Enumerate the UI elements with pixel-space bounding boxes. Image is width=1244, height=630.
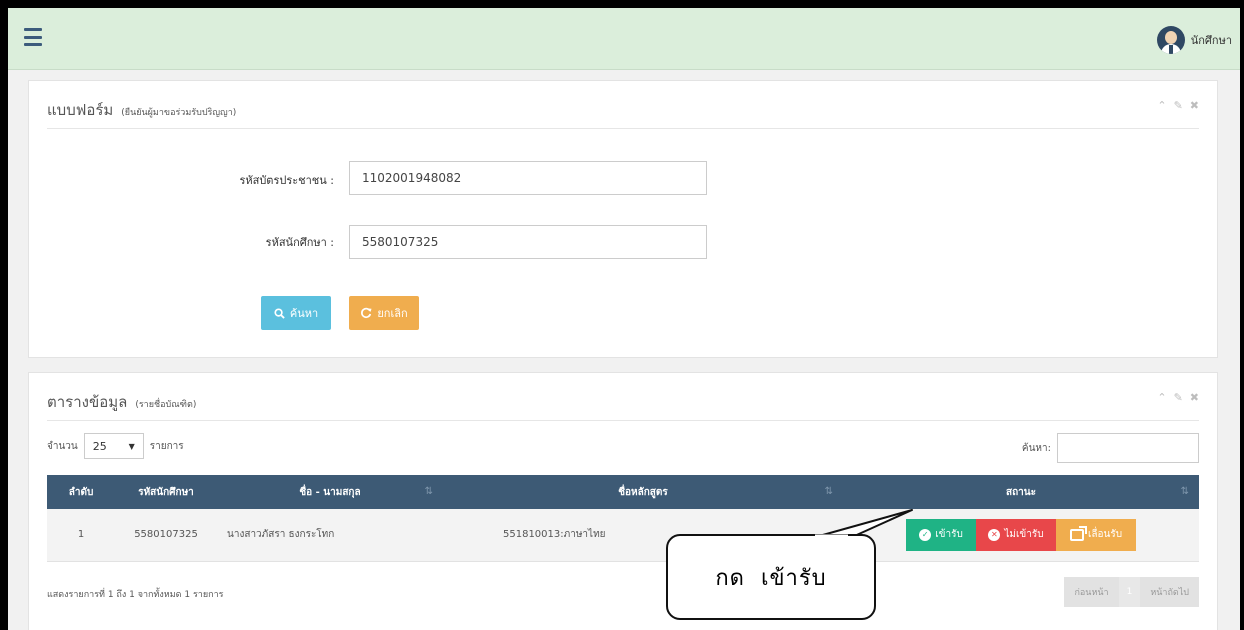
avatar[interactable] [1156,26,1185,54]
table-panel-header: ตารางข้อมูล (รายชื่อบัณฑิต) ⌃ ✎ ✖ [47,373,1199,421]
table-panel-title: ตารางข้อมูล (รายชื่อบัณฑิต) [47,390,196,414]
column-header-program[interactable]: ชื่อหลักสูตร ⇅ [443,475,843,509]
page-number-current[interactable]: 1 [1118,577,1141,607]
column-header-no[interactable]: ลำดับ [47,475,115,509]
table-title-text: ตารางข้อมูล [47,393,128,411]
col-program-label: ชื่อหลักสูตร [618,486,668,498]
next-page-button[interactable]: หน้าถัดไป [1140,577,1199,607]
check-circle-icon: ✓ [919,528,932,541]
column-header-name[interactable]: ชื่อ - นามสกุล ⇅ [217,475,443,509]
form-panel-title: แบบฟอร์ม (ยืนยันผู้มาขอร่วมรับปริญญา) [47,98,236,122]
wrench-icon[interactable]: ✎ [1174,392,1183,403]
col-no-label: ลำดับ [68,486,94,498]
sort-icon: ⇅ [824,486,833,497]
page-length-select[interactable]: 25 ▼ [83,433,144,459]
col-name-label: ชื่อ - นามสกุล [299,486,361,498]
student-id-label: รหัสนักศึกษา : [265,236,334,249]
col-student-id-label: รหัสนักศึกษา [138,486,194,498]
column-header-status[interactable]: สถานะ ⇅ [843,475,1199,509]
table-subtitle: (รายชื่อบัณฑิต) [135,400,197,410]
table-info: แสดงรายการที่ 1 ถึง 1 จากทั้งหมด 1 รายกา… [47,590,224,600]
caret-down-icon: ▼ [128,441,135,451]
x-circle-icon: ✕ [988,528,1001,541]
id-card-input[interactable] [349,161,707,195]
filter-label: ค้นหา: [1021,442,1051,454]
share-icon [1069,525,1087,541]
data-table: ลำดับ รหัสนักศึกษา ชื่อ - นามสกุล ⇅ ชื่อห… [47,475,1199,562]
reject-button[interactable]: ✕ ไม่เข้ารับ [976,518,1056,551]
accept-button-label: เข้ารับ [935,529,963,541]
refresh-icon [361,307,372,319]
search-icon [274,307,285,319]
table-row: 1 5580107325 นางสาวภัสรา ธงกระโทก 551810… [47,509,1199,562]
instruction-callout: กด เข้ารับ [666,534,876,620]
table-filter: ค้นหา: [1022,433,1199,463]
close-icon[interactable]: ✖ [1190,100,1199,111]
form-panel-tools: ⌃ ✎ ✖ [1157,100,1199,111]
close-icon[interactable]: ✖ [1190,392,1199,403]
hamburger-icon[interactable] [24,28,42,46]
cell-student-id: 5580107325 [115,509,217,562]
cancel-button[interactable]: ยกเลิก [349,296,419,330]
user-menu[interactable]: นักศึกษา [1156,26,1232,54]
app-window: นักศึกษา แบบฟอร์ม (ยืนยันผู้มาขอร่วมรับปร… [8,8,1240,630]
pagination: ก่อนหน้า 1 หน้าถัดไป [1064,577,1199,607]
page-length-value: 25 [92,439,107,453]
user-name[interactable]: นักศึกษา [1191,31,1232,49]
search-button[interactable]: ค้นหา [261,296,331,330]
chevron-up-icon[interactable]: ⌃ [1157,100,1166,111]
form-subtitle: (ยืนยันผู้มาขอร่วมรับปริญญา) [121,108,237,118]
id-card-label: รหัสบัตรประชาชน : [239,174,334,187]
chevron-up-icon[interactable]: ⌃ [1157,392,1166,403]
callout-text: กด เข้ารับ [715,565,827,591]
search-button-label: ค้นหา [289,307,319,320]
postpone-button[interactable]: เลื่อนรับ [1056,518,1136,551]
accept-button[interactable]: ✓ เข้ารับ [906,518,976,551]
length-prefix: จำนวน [47,440,78,452]
col-status-label: สถานะ [1006,486,1036,498]
sort-icon: ⇅ [1180,486,1189,497]
filter-input[interactable] [1057,433,1199,463]
reject-button-label: ไม่เข้ารับ [1004,529,1044,541]
page-length-control: จำนวน 25 ▼ รายการ [47,433,184,459]
prev-page-button[interactable]: ก่อนหน้า [1064,577,1119,607]
cell-no: 1 [47,509,115,562]
cell-name: นางสาวภัสรา ธงกระโทก [217,509,443,562]
cancel-button-label: ยกเลิก [377,307,408,320]
student-id-input[interactable] [349,225,707,259]
length-suffix: รายการ [149,440,184,452]
wrench-icon[interactable]: ✎ [1174,100,1183,111]
form-title-text: แบบฟอร์ม [47,101,114,119]
postpone-button-label: เลื่อนรับ [1087,529,1123,541]
form-panel: แบบฟอร์ม (ยืนยันผู้มาขอร่วมรับปริญญา) ⌃ ✎… [28,80,1218,358]
column-header-student-id[interactable]: รหัสนักศึกษา [115,475,217,509]
sort-icon: ⇅ [424,486,433,497]
top-navbar: นักศึกษา [8,8,1240,70]
cell-status: ✓ เข้ารับ ✕ ไม่เข้ารับ เลื่อนรับ [843,509,1199,562]
table-header-row: ลำดับ รหัสนักศึกษา ชื่อ - นามสกุล ⇅ ชื่อห… [47,475,1199,509]
status-button-group: ✓ เข้ารับ ✕ ไม่เข้ารับ เลื่อนรับ [851,518,1191,551]
table-panel: ตารางข้อมูล (รายชื่อบัณฑิต) ⌃ ✎ ✖ จำนวน 2… [28,372,1218,630]
form-panel-header: แบบฟอร์ม (ยืนยันผู้มาขอร่วมรับปริญญา) ⌃ ✎… [47,81,1199,129]
table-panel-tools: ⌃ ✎ ✖ [1157,392,1199,403]
